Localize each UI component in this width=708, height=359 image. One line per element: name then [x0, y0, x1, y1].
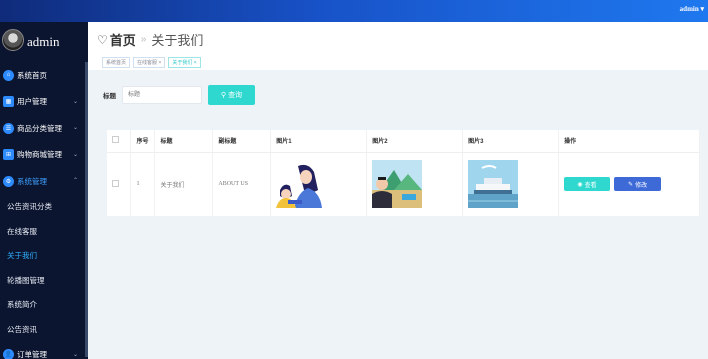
select-all-cell[interactable] — [107, 130, 132, 153]
search-bar: 标题 ⚲ 查询 — [103, 85, 255, 105]
edit-button[interactable]: ✎ 修改 — [614, 177, 662, 192]
sidebar-item-system[interactable]: ⚙ 系统管理 ⌃ — [0, 168, 88, 195]
tab-about-us[interactable]: 关于我们 × — [168, 57, 201, 68]
sidebar-item-label: 系统管理 — [17, 176, 47, 186]
sidebar-item-category[interactable]: ☰ 商品分类管理 ⌄ — [0, 115, 88, 142]
sidebar-subitem-online-service[interactable]: 在线客服 — [0, 219, 88, 244]
breadcrumb: ♡ 首页 » 关于我们 — [97, 30, 203, 49]
select-all-checkbox[interactable] — [112, 136, 119, 144]
actions-cell: ◉ 查看 ✎ 修改 — [558, 152, 700, 216]
user-icon: 👤 — [3, 349, 14, 359]
list-icon: ☰ — [3, 122, 14, 134]
edit-icon: ✎ — [628, 181, 634, 188]
settings-icon: ⚙ — [3, 175, 14, 187]
thumbnail-image-1 — [276, 160, 327, 209]
column-header: 副标题 — [212, 130, 272, 153]
chevron-up-icon: ⌃ — [72, 178, 78, 184]
table-row: 1 关于我们 ABOUT US ◉ 查看 ✎ 修改 — [107, 152, 700, 216]
breadcrumb-separator: » — [140, 34, 147, 45]
search-button-label: 查询 — [228, 92, 243, 99]
row-subtitle: ABOUT US — [212, 152, 272, 216]
sidebar-item-label: 订单管理 — [17, 350, 47, 359]
row-checkbox[interactable] — [112, 179, 119, 187]
search-button[interactable]: ⚲ 查询 — [208, 85, 255, 105]
image2-cell — [366, 152, 464, 216]
table-header-row: 序号 标题 副标题 图片1 图片2 图片3 操作 — [107, 130, 700, 153]
column-header: 序号 — [130, 130, 156, 153]
sidebar-subitem-notice-category[interactable]: 公告资讯分类 — [0, 195, 88, 220]
sidebar-item-label: 购物商城管理 — [17, 150, 62, 160]
sidebar-item-users[interactable]: ▦ 用户管理 ⌄ — [0, 89, 88, 116]
edit-button-label: 修改 — [635, 182, 648, 189]
column-header: 标题 — [154, 130, 214, 153]
top-bar: admin ▾ — [0, 0, 708, 22]
row-index: 1 — [130, 152, 156, 216]
brand-name: admin — [27, 34, 60, 49]
sidebar-subitem-notice[interactable]: 公告资讯 — [0, 317, 88, 342]
search-icon: ⚲ — [220, 92, 227, 99]
column-header: 图片2 — [366, 130, 464, 153]
grid-icon: ▦ — [3, 96, 14, 108]
chevron-down-icon: ⌄ — [72, 125, 78, 131]
column-header: 图片1 — [270, 130, 368, 153]
breadcrumb-home[interactable]: 首页 — [110, 30, 136, 49]
user-menu[interactable]: admin ▾ — [680, 5, 704, 13]
data-table-card: 序号 标题 副标题 图片1 图片2 图片3 操作 1 关于我们 ABOUT US — [107, 130, 700, 216]
sidebar-item-orders[interactable]: 👤 订单管理 ⌄ — [0, 342, 88, 359]
thumbnail-image-3 — [468, 160, 519, 209]
heart-icon: ♡ — [97, 32, 108, 47]
breadcrumb-current: 关于我们 — [151, 33, 204, 48]
sidebar-item-label: 系统首页 — [17, 70, 47, 80]
sidebar-item-label: 用户管理 — [17, 97, 47, 107]
tab-home[interactable]: 系统首页 — [102, 57, 131, 68]
sidebar-subitem-system-intro[interactable]: 系统简介 — [0, 293, 88, 318]
column-header: 图片3 — [462, 130, 560, 153]
title-search-input[interactable] — [122, 86, 202, 104]
apps-icon: ⊞ — [3, 149, 14, 161]
tab-online-service[interactable]: 在线客服 × — [133, 57, 166, 68]
data-table: 序号 标题 副标题 图片1 图片2 图片3 操作 1 关于我们 ABOUT US — [107, 130, 700, 216]
image3-cell — [462, 152, 560, 216]
page-header: ♡ 首页 » 关于我们 系统首页 在线客服 × 关于我们 × — [88, 22, 708, 70]
eye-icon: ◉ — [577, 181, 583, 188]
avatar — [2, 29, 24, 51]
view-button-label: 查看 — [584, 182, 597, 189]
column-header: 操作 — [558, 130, 700, 153]
sidebar: admin ⌂ 系统首页 ▦ 用户管理 ⌄ ☰ 商品分类管理 ⌄ ⊞ 购物商城管… — [0, 22, 88, 359]
chevron-down-icon: ⌄ — [72, 351, 78, 358]
search-label: 标题 — [103, 93, 116, 100]
view-button[interactable]: ◉ 查看 — [564, 177, 611, 192]
brand: admin — [0, 22, 88, 62]
sidebar-item-home[interactable]: ⌂ 系统首页 — [0, 62, 88, 89]
chevron-down-icon: ⌄ — [72, 98, 78, 105]
image1-cell — [270, 152, 368, 216]
home-icon: ⌂ — [3, 69, 14, 81]
sidebar-subitem-about-us[interactable]: 关于我们 — [0, 244, 88, 269]
thumbnail-image-2 — [372, 160, 423, 209]
sidebar-item-label: 商品分类管理 — [17, 123, 62, 133]
tab-tags: 系统首页 在线客服 × 关于我们 × — [102, 57, 201, 68]
sidebar-item-mall[interactable]: ⊞ 购物商城管理 ⌄ — [0, 142, 88, 169]
row-title: 关于我们 — [154, 152, 214, 216]
row-select-cell[interactable] — [107, 152, 132, 216]
sidebar-menu: ⌂ 系统首页 ▦ 用户管理 ⌄ ☰ 商品分类管理 ⌄ ⊞ 购物商城管理 ⌄ ⚙ … — [0, 62, 88, 359]
sidebar-scrollbar[interactable] — [85, 62, 88, 357]
sidebar-subitem-carousel[interactable]: 轮播图管理 — [0, 268, 88, 293]
chevron-down-icon: ⌄ — [72, 151, 78, 158]
